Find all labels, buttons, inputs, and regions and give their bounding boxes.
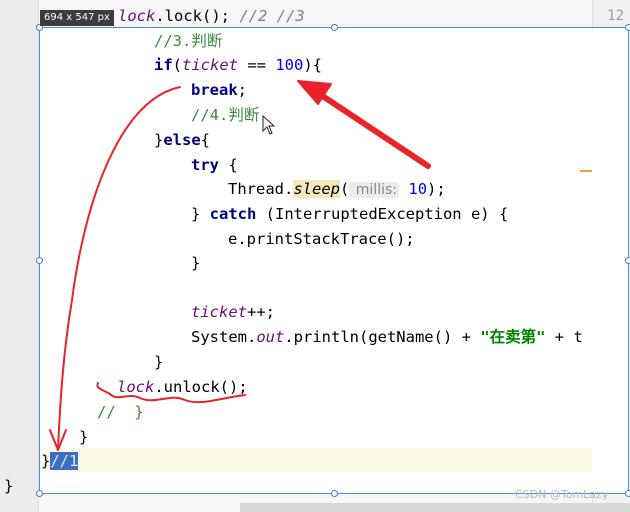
right-orange-marker — [580, 170, 592, 172]
arrow-line — [309, 86, 431, 169]
underline-squiggle — [109, 393, 246, 404]
mouse-cursor-icon — [262, 114, 276, 135]
annotation-layer — [49, 80, 592, 451]
curve-line — [57, 86, 181, 449]
underline-hook — [96, 382, 111, 395]
